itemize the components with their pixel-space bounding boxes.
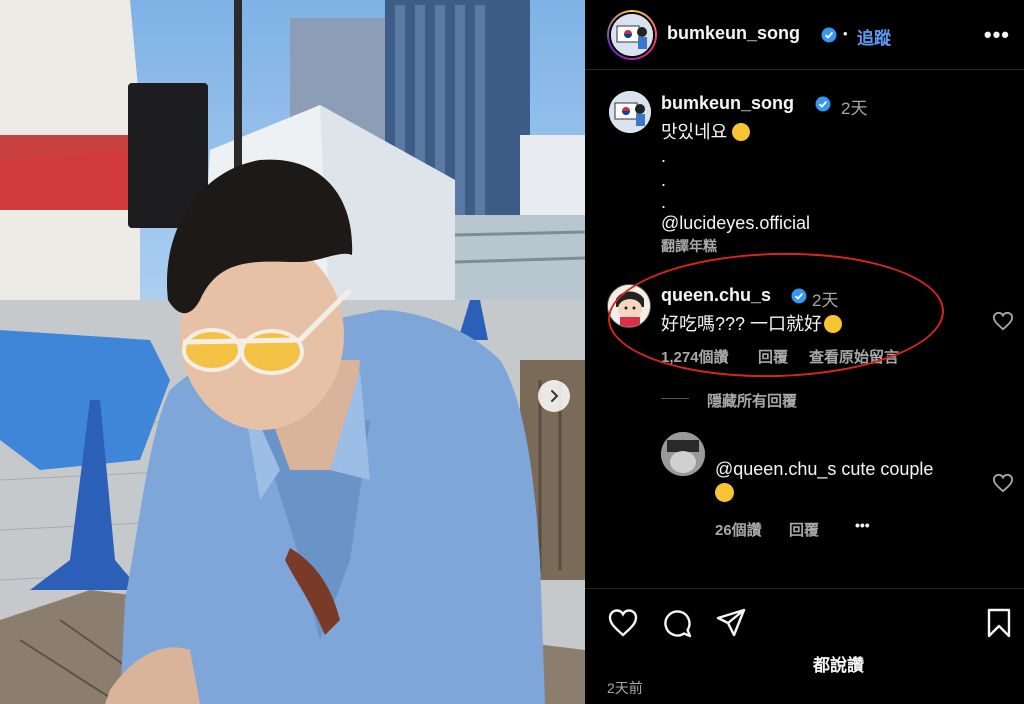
header-separator: • — [843, 26, 848, 41]
post-photo[interactable] — [0, 0, 585, 704]
caption-time: 2天 — [841, 99, 868, 118]
caption-dot1: . — [661, 146, 667, 166]
translate-link[interactable]: 翻譯年糕 — [661, 236, 717, 256]
reply-reply-button[interactable]: 回覆 — [789, 519, 819, 540]
comment-likes[interactable]: 1,274個讚 — [661, 346, 729, 367]
caption-line1: 맛있네요 — [661, 118, 751, 144]
chevron-right-icon — [551, 390, 559, 402]
heart-icon[interactable] — [992, 311, 1014, 331]
reply-more-button[interactable]: ••• — [855, 517, 870, 533]
author-username[interactable]: bumkeun_song — [667, 23, 800, 44]
action-bar — [585, 588, 1024, 658]
caption-dot3: . — [661, 192, 667, 212]
more-options-button[interactable]: ••• — [984, 22, 1010, 48]
reply-likes[interactable]: 26個讚 — [715, 519, 762, 540]
avatar-image — [608, 285, 650, 327]
commenter-username[interactable]: queen.chu_s — [661, 285, 771, 306]
verified-icon — [791, 288, 807, 304]
caption-mention[interactable]: @lucideyes.official — [661, 213, 810, 234]
verified-icon — [815, 96, 831, 112]
post-side-panel: bumkeun_song • 追蹤 ••• bumkeun_song 2天 맛있 — [585, 0, 1024, 704]
avatar-image — [609, 91, 651, 133]
post-header: bumkeun_song • 追蹤 ••• — [585, 0, 1024, 70]
avatar-image — [611, 14, 653, 56]
hide-replies-button[interactable]: 隱藏所有回覆 — [707, 390, 797, 411]
bookmark-icon[interactable] — [983, 607, 1015, 639]
replier-avatar[interactable] — [661, 432, 705, 476]
share-icon[interactable] — [715, 607, 747, 639]
comment-reply-button[interactable]: 回覆 — [758, 346, 788, 367]
comment-icon[interactable] — [661, 607, 693, 639]
smile-emoji — [732, 123, 751, 141]
heart-icon[interactable] — [607, 607, 639, 639]
photo-illustration — [0, 0, 585, 704]
caption-avatar[interactable] — [609, 91, 651, 133]
heart-icon[interactable] — [992, 473, 1014, 493]
commenter-avatar[interactable] — [607, 284, 651, 328]
caption-dot2: . — [661, 170, 667, 190]
divider-line — [661, 398, 689, 399]
post-date: 2天前 — [607, 680, 643, 696]
follow-button[interactable]: 追蹤 — [857, 24, 891, 49]
reply-text: @queen.chu_s cute couple — [715, 459, 934, 479]
comment-text-line: 好吃嗎??? 一口就好 — [661, 310, 843, 336]
next-photo-button[interactable] — [538, 380, 570, 412]
heart-eyes-emoji — [715, 483, 734, 502]
author-avatar[interactable] — [607, 10, 657, 60]
smile-emoji — [824, 315, 843, 333]
view-original-comment[interactable]: 查看原始留言 — [809, 346, 899, 367]
likes-summary[interactable]: 都說讚 — [813, 651, 864, 676]
verified-icon — [821, 27, 837, 43]
comment-time: 2天 — [812, 291, 839, 310]
caption-username[interactable]: bumkeun_song — [661, 93, 794, 114]
avatar-image — [661, 432, 705, 476]
